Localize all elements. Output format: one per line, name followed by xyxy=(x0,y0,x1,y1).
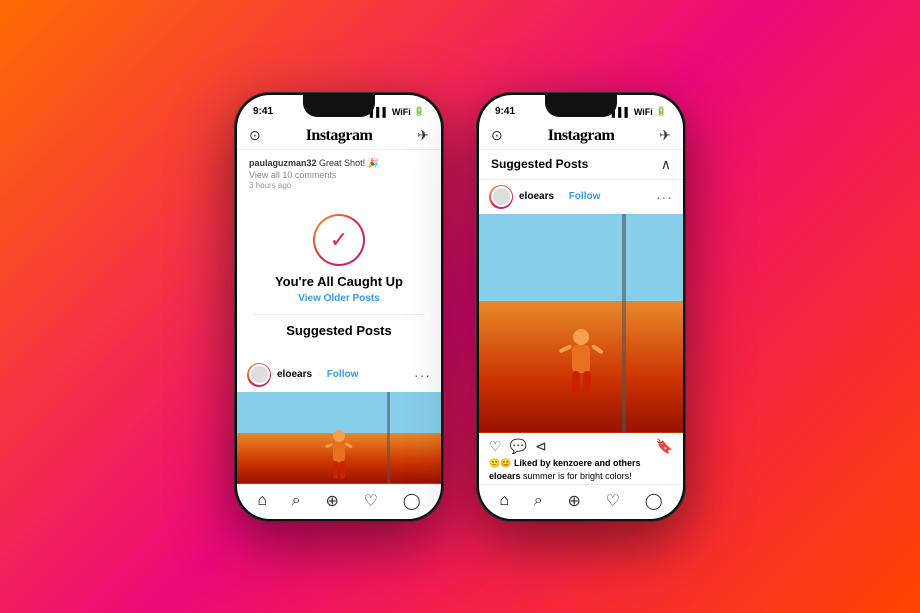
comment-user: paulaguzman32 xyxy=(249,158,317,168)
ig-logo-1: Instagram xyxy=(306,127,373,145)
comment-text: paulaguzman32 Great Shot! 🎉 xyxy=(249,158,429,169)
ig-header-1: ⊙ Instagram ✈ xyxy=(237,123,441,150)
camera-icon-1[interactable]: ⊙ xyxy=(249,127,261,144)
send-icon-2[interactable]: ✈ xyxy=(659,127,671,144)
status-icons-1: ▌▌▌ WiFi 🔋 xyxy=(370,106,425,117)
emoji-likes: 🙂😊 xyxy=(489,458,511,468)
person-bg-1 xyxy=(237,433,441,484)
more-options-2[interactable]: ··· xyxy=(656,189,673,205)
avatar-img-1 xyxy=(249,364,270,385)
avatar-img-2 xyxy=(491,186,512,207)
phone-2: 9:41 ▌▌▌ WiFi 🔋 ⊙ Instagram ✈ Suggested … xyxy=(476,92,686,522)
status-icons-2: ▌▌▌ WiFi 🔋 xyxy=(612,106,667,117)
bottom-nav-2: ⌂ ⌕ ⊕ ♡ ◯ xyxy=(479,484,683,519)
pole-1 xyxy=(387,392,390,484)
person-bg-2 xyxy=(479,301,683,432)
likes-prefix: Liked by xyxy=(514,458,553,468)
divider-1 xyxy=(253,314,425,315)
comment-content: Great Shot! 🎉 xyxy=(319,158,379,168)
comment-section: paulaguzman32 Great Shot! 🎉 View all 10 … xyxy=(237,150,441,194)
nav-profile-1[interactable]: ◯ xyxy=(403,491,421,511)
nav-search-1[interactable]: ⌕ xyxy=(292,492,301,510)
nav-add-2[interactable]: ⊕ xyxy=(567,491,580,511)
phone-1: 9:41 ▌▌▌ WiFi 🔋 ⊙ Instagram ✈ paulaguzma… xyxy=(234,92,444,522)
nav-home-2[interactable]: ⌂ xyxy=(499,492,509,510)
status-time-1: 9:41 xyxy=(253,106,273,117)
avatar-2 xyxy=(489,185,513,209)
suggested-posts-label: Suggested Posts xyxy=(491,157,588,171)
caption-username[interactable]: eloears xyxy=(489,471,521,481)
nav-search-2[interactable]: ⌕ xyxy=(534,492,543,510)
status-time-2: 9:41 xyxy=(495,106,515,117)
collapse-icon[interactable]: ∧ xyxy=(661,156,671,173)
like-icon-2[interactable]: ♡ xyxy=(489,438,502,455)
post-user-info-1: eloears · Follow xyxy=(247,363,358,387)
bottom-nav-1: ⌂ ⌕ ⊕ ♡ ◯ xyxy=(237,484,441,519)
nav-heart-1[interactable]: ♡ xyxy=(364,491,378,511)
camera-icon-2[interactable]: ⊙ xyxy=(491,127,503,144)
time-ago: 3 hours ago xyxy=(249,181,429,190)
caption-row: eloears summer is for bright colors! xyxy=(479,470,683,484)
sky-bg-2 xyxy=(479,214,683,302)
share-icon-2[interactable]: ⊲ xyxy=(535,438,547,455)
wifi-icon-1: WiFi xyxy=(392,107,411,117)
older-posts-link[interactable]: View Older Posts xyxy=(298,293,380,304)
notch-2 xyxy=(545,95,617,117)
person-figure-1 xyxy=(319,428,359,483)
person-figure-2 xyxy=(554,327,609,407)
pole-2 xyxy=(622,214,626,433)
username-2[interactable]: eloears xyxy=(519,191,554,202)
nav-profile-2[interactable]: ◯ xyxy=(645,491,663,511)
post-header-2: eloears · Follow ··· xyxy=(479,180,683,214)
post-image-1 xyxy=(237,392,441,484)
liked-by-user[interactable]: kenzoere xyxy=(553,458,592,468)
avatar-1 xyxy=(247,363,271,387)
sky-bg-1 xyxy=(237,392,441,433)
likes-row: 🙂😊 Liked by kenzoere and others xyxy=(479,457,683,470)
separator-1: · xyxy=(318,370,321,379)
caught-up-section: ✓ You're All Caught Up View Older Posts … xyxy=(237,194,441,358)
post-user-info-2: eloears · Follow xyxy=(489,185,600,209)
nav-add-1[interactable]: ⊕ xyxy=(325,491,338,511)
action-icons-left: ♡ 💬 ⊲ xyxy=(489,438,547,455)
suggested-label-1: Suggested Posts xyxy=(286,323,391,338)
battery-icon-2: 🔋 xyxy=(656,106,667,117)
ig-header-2: ⊙ Instagram ✈ xyxy=(479,123,683,150)
caught-up-circle: ✓ xyxy=(313,214,365,266)
post-image-2 xyxy=(479,214,683,433)
likes-suffix: and others xyxy=(595,458,641,468)
nav-heart-2[interactable]: ♡ xyxy=(606,491,620,511)
caption-text: summer is for bright colors! xyxy=(523,471,632,481)
battery-icon-1: 🔋 xyxy=(414,106,425,117)
separator-2: · xyxy=(560,192,563,201)
nav-home-1[interactable]: ⌂ xyxy=(257,492,267,510)
actions-row-2: ♡ 💬 ⊲ 🔖 xyxy=(479,433,683,457)
view-comments-link[interactable]: View all 10 comments xyxy=(249,170,429,180)
more-options-1[interactable]: ··· xyxy=(414,367,431,383)
username-1[interactable]: eloears xyxy=(277,369,312,380)
caught-up-title: You're All Caught Up xyxy=(275,274,403,289)
follow-button-1[interactable]: Follow xyxy=(327,369,359,380)
ig-logo-2: Instagram xyxy=(548,127,615,145)
comment-icon-2[interactable]: 💬 xyxy=(510,438,527,455)
bookmark-icon-2[interactable]: 🔖 xyxy=(656,438,673,455)
suggested-header-2: Suggested Posts ∧ xyxy=(479,150,683,180)
follow-button-2[interactable]: Follow xyxy=(569,191,601,202)
send-icon-1[interactable]: ✈ xyxy=(417,127,429,144)
notch-1 xyxy=(303,95,375,117)
post-header-1: eloears · Follow ··· xyxy=(237,358,441,392)
checkmark-icon: ✓ xyxy=(330,229,348,251)
wifi-icon-2: WiFi xyxy=(634,107,653,117)
